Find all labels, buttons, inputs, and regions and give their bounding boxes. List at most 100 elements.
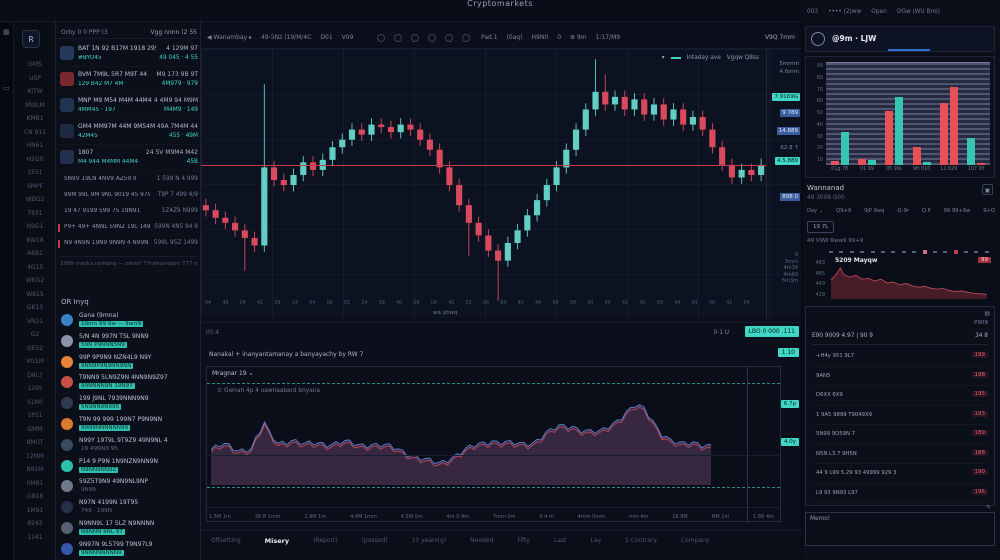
nav-col-item[interactable]: GK13 [14, 301, 56, 315]
bar-red[interactable] [977, 163, 985, 165]
toolbar-item[interactable]: ◀ Wanambay ▸ [207, 34, 252, 41]
list-settings-icon[interactable]: ▤ [984, 310, 990, 317]
toolbar-tool-icon[interactable] [445, 34, 453, 42]
footer-item[interactable]: (passed) [362, 537, 388, 544]
nav-col-item[interactable]: MWLM [14, 99, 56, 113]
flow-chart-card[interactable]: Mragnar 19 ⌄ ① Gwnah 4p 4 oawnaabard bny… [206, 366, 781, 522]
coin-row[interactable]: 59Z5T9N9 49N9NL9NP9N99 [56, 476, 201, 497]
quote-row[interactable]: N9 4N9N 19N9 9N9N 4 N99N599L 95Z 1499 [56, 236, 201, 252]
memo-input[interactable]: ✎ Memo! [805, 512, 995, 546]
toolbar-item[interactable]: 49-5Nz (19/M/4C [261, 34, 311, 41]
quote-row[interactable]: SN9V 19LN 4NV9 AZ59 II1 599 N 4 999 [56, 172, 201, 188]
toolbar-tool-icon[interactable] [428, 34, 436, 42]
footer-item[interactable]: 1 Contrary [625, 537, 657, 544]
nav-col-item[interactable]: T831 [14, 207, 56, 221]
nav-col-item[interactable]: GE52 [14, 342, 56, 356]
toolbar-item[interactable]: V09 [342, 34, 354, 41]
coin-row[interactable]: N9NN9L 17 5LZ N9NNNNN9NNN 9NL 97 [56, 518, 201, 539]
nav-col-item[interactable]: CN 911 [14, 126, 56, 140]
nav-col-item[interactable]: 881M [14, 463, 56, 477]
nav-col-item[interactable]: 0M81 [14, 477, 56, 491]
bar-red[interactable] [950, 87, 958, 165]
coin-row[interactable]: 5/N 4N 997N TSL 9NN959N P9NNN5N9 [56, 331, 201, 352]
alert-row[interactable]: N5N L3.7 9H5N188 [812, 445, 988, 465]
footer-item[interactable]: Company [681, 537, 710, 544]
period-tab[interactable]: 9jP 9wq [864, 208, 884, 214]
period-tab[interactable]: Day ⌄ [807, 208, 823, 214]
coin-row[interactable]: N99Y 19T9L 9T9Z9 49N9NL 419 49NN9 95 [56, 435, 201, 456]
nav-col-item[interactable]: KITW [14, 85, 56, 99]
nav-col-item[interactable]: SMPF [14, 180, 56, 194]
edit-icon[interactable]: ✎ [986, 504, 991, 511]
nav-col-item[interactable]: HN61 [14, 139, 56, 153]
quote-row[interactable]: 99M 99L 9M 9NL 9019 45 979T9P 7 499 4/9 [56, 188, 201, 204]
nav-col-item[interactable]: G818 [14, 490, 56, 504]
footer-item[interactable]: Fifty [517, 537, 530, 544]
period-tab[interactable]: Q.P [922, 208, 931, 214]
nav-col-item[interactable]: 1295 [14, 382, 56, 396]
coin-row[interactable]: 199 J9NL 7939NNN9N95N9NN9N995 [56, 393, 201, 414]
quote-row[interactable]: P9+ 49+ 4NNL 59NZ 19L 149599N 4N5 94 9 [56, 220, 201, 236]
watchlist-header-left[interactable]: Orby 0 0 PPP (3 [61, 29, 108, 36]
nav-col-item[interactable]: 15S1 [14, 166, 56, 180]
sparkline-card[interactable]: 483465449429 5209 Mayqw 99 [805, 248, 995, 302]
coin-row[interactable]: 99P 9P9N9 NZN4L9 N9Y9NN9P9N9NN9NN [56, 352, 201, 373]
news-row[interactable]: MNP M9 M54 M4M 44M44MM45 · 1974 4M9 94 M… [56, 93, 201, 119]
price-axis[interactable]: 5mmm 4.6mm 7.9169G 9 789 14.889 62.8 ↑ 4… [766, 49, 801, 319]
toolbar-tool-icon[interactable] [462, 34, 470, 42]
list-header-left[interactable]: E90 9009 4.97 | 90 9 [812, 333, 873, 339]
toolbar-item[interactable]: D01 [320, 34, 332, 41]
nav-col-item[interactable]: WBG2 [14, 193, 56, 207]
nav-col-item[interactable]: VN21 [14, 315, 56, 329]
nav-col-item[interactable]: W815 [14, 288, 56, 302]
bar-red[interactable] [940, 103, 948, 165]
right-nav-item[interactable]: Open [871, 9, 886, 15]
legend-caret-icon[interactable]: ▾ [662, 55, 665, 61]
nav-col-item[interactable]: 8243 [14, 517, 56, 531]
bar-teal[interactable] [895, 97, 903, 165]
toolbar-item[interactable]: 0 [557, 34, 561, 41]
nav-col-item[interactable]: USP [14, 72, 56, 86]
bar-red[interactable] [858, 159, 866, 165]
nav-col-item[interactable]: N9G1 [14, 220, 56, 234]
filter-chip[interactable]: 19 7L [807, 221, 834, 233]
app-logo[interactable]: R [22, 30, 40, 48]
nav-col-item[interactable]: G2 [14, 328, 56, 342]
nav-col-item[interactable]: KW18 [14, 234, 56, 248]
bar-teal[interactable] [923, 162, 931, 165]
coin-row[interactable]: P14 9 P9N 1N9NZN9NN9NN9NN9NN9Z [56, 456, 201, 477]
bar-red[interactable] [885, 111, 893, 165]
alert-row[interactable]: D6XX 6X9195 [812, 386, 988, 406]
footer-item[interactable]: 10 years(g) [412, 537, 447, 544]
nav-col-item[interactable]: S1N0 [14, 396, 56, 410]
nav-col-item[interactable]: GMS [14, 58, 56, 72]
alert-row[interactable]: +H4y 951 9L7199 [812, 347, 988, 367]
grid-icon[interactable]: ▦ [3, 28, 10, 36]
news-row[interactable]: GM4 MM97M 44M 9M54M 47942M4549A 7M4M 444… [56, 119, 201, 145]
expand-icon[interactable]: ▣ [982, 184, 993, 195]
coin-row[interactable]: N97N 4199N 19T95749 · 199N [56, 497, 201, 518]
coin-row[interactable]: 9N97N 9L5799 T9N97L99NNNNNNNN9 [56, 539, 201, 560]
bar-teal[interactable] [868, 160, 876, 165]
nav-col-item[interactable]: 1M91 [14, 504, 56, 518]
nav-col-item[interactable]: 1P51 [14, 409, 56, 423]
last-price-badge[interactable]: LBO 0 000 .111 [745, 326, 799, 337]
candlestick-plot[interactable]: ▾ Intaday ave Vgqw Q8ss 5mmm 4.6mm 7.916… [201, 48, 801, 318]
nav-col-item[interactable]: A8B1 [14, 247, 56, 261]
alert-row[interactable]: 5N99 9D59N 7189 [812, 425, 988, 445]
toolbar-item[interactable]: 1:17/M9 [596, 34, 621, 41]
right-nav-item[interactable]: OGw (WU Bml) [897, 9, 940, 15]
period-tab[interactable]: 9+Q [983, 208, 995, 214]
alert-row[interactable]: 9AN5198 [812, 367, 988, 387]
nav-col-item[interactable]: GMM [14, 423, 56, 437]
footer-item[interactable]: Needed [470, 537, 493, 544]
nav-col-item[interactable]: 4G15 [14, 261, 56, 275]
footer-item[interactable]: (Report) [313, 537, 338, 544]
coin-row[interactable]: T9NN9 5LN9Z9N 4NN9N9Z9799NNNN9N 19N97 [56, 372, 201, 393]
right-nav-item[interactable]: •••• (2)ww [828, 9, 861, 15]
right-nav-item[interactable]: 003 [807, 9, 818, 15]
nav-col-item[interactable]: 1141 [14, 531, 56, 545]
nav-col-item[interactable]: H2G0 [14, 153, 56, 167]
bar-teal[interactable] [841, 132, 849, 165]
flow-chart-title[interactable]: Mragnar 19 ⌄ [212, 370, 254, 377]
